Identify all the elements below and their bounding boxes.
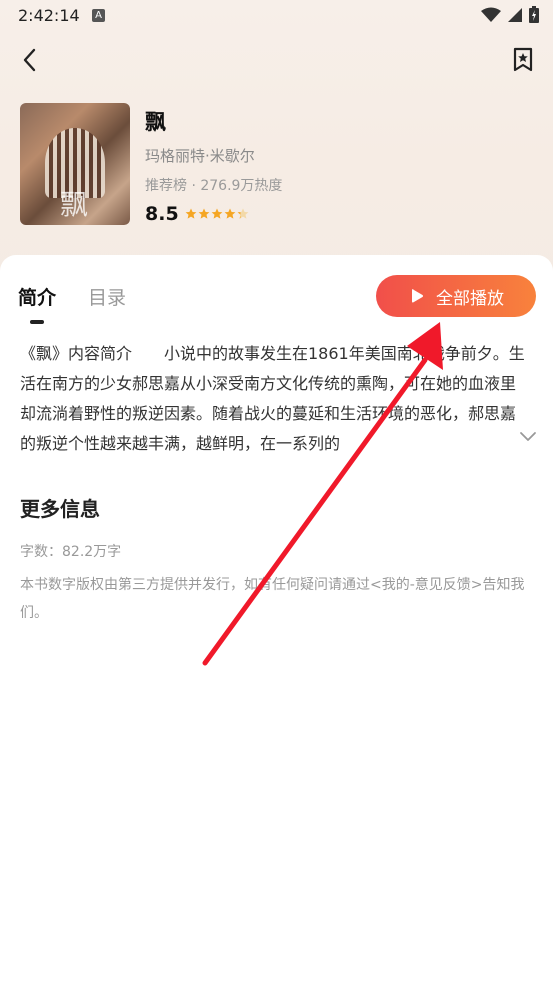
status-time: 2:42:14 xyxy=(18,6,80,25)
detail-sheet: 简介 目录 全部播放 《飘》内容简介 小说中的故事发生在1861年美国南北战争前… xyxy=(0,255,553,984)
book-title: 飘 xyxy=(145,110,166,134)
intro-fade xyxy=(440,423,500,453)
book-author[interactable]: 玛格丽特·米歇尔 xyxy=(145,145,255,166)
play-all-button[interactable]: 全部播放 xyxy=(376,275,536,317)
back-icon[interactable] xyxy=(18,46,42,74)
more-info-title: 更多信息 xyxy=(20,497,100,521)
status-bar: 2:42:14 A xyxy=(0,0,553,32)
star-icon xyxy=(185,208,197,219)
play-icon xyxy=(412,289,424,303)
book-meta: 推荐榜 · 276.9万热度 xyxy=(145,178,283,194)
cover-title: 飘 xyxy=(60,188,89,221)
copyright-notice: 本书数字版权由第三方提供并发行，如有任何疑问请通过<我的-意见反馈>告知我们。 xyxy=(20,577,525,621)
tab-catalog[interactable]: 目录 xyxy=(88,283,126,310)
star-icon xyxy=(198,208,210,219)
notification-icon: A xyxy=(92,9,105,22)
bookmark-star-icon[interactable] xyxy=(511,46,535,72)
star-icon xyxy=(237,208,249,219)
chevron-down-icon[interactable] xyxy=(519,430,537,444)
rating: 8.5 xyxy=(145,203,249,225)
rating-stars xyxy=(185,208,249,220)
tab-indicator xyxy=(30,320,44,324)
wifi-icon xyxy=(481,7,501,22)
signal-icon xyxy=(508,7,522,22)
book-cover[interactable]: 飘 xyxy=(20,103,130,225)
word-count: 字数：82.2万字 xyxy=(20,544,122,560)
star-icon xyxy=(211,208,223,219)
tab-bar: 简介 目录 xyxy=(18,283,126,310)
play-all-label: 全部播放 xyxy=(436,288,504,309)
star-icon xyxy=(224,208,236,219)
rating-score: 8.5 xyxy=(145,203,179,225)
tab-intro[interactable]: 简介 xyxy=(18,283,56,310)
status-icons xyxy=(481,6,539,23)
battery-icon xyxy=(529,6,539,23)
